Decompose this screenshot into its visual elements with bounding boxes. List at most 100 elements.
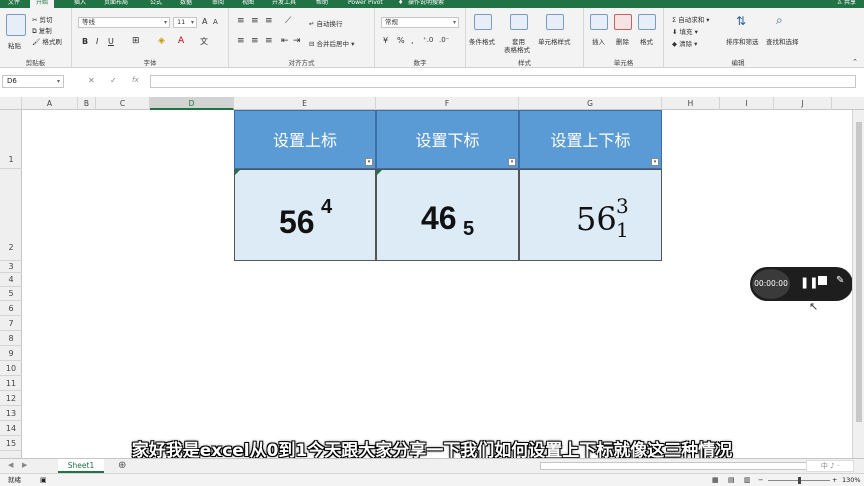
vertical-scrollbar[interactable] — [852, 110, 864, 458]
tab-review[interactable]: 审阅 — [212, 0, 224, 8]
table-cell[interactable]: 46 5 — [376, 169, 519, 261]
confirm-icon[interactable]: ✓ — [110, 76, 117, 85]
filter-dropdown-icon[interactable]: ▾ — [508, 158, 516, 166]
autosum-button[interactable]: Σ 自动求和 ▾ — [672, 14, 710, 24]
orientation-icon[interactable]: ⟋ — [285, 16, 291, 26]
align-left-icon[interactable]: ≡ — [237, 36, 245, 46]
column-header[interactable]: A — [22, 97, 78, 110]
column-header[interactable]: B — [78, 97, 96, 110]
column-header[interactable]: I — [720, 97, 774, 110]
pen-icon[interactable]: ✎ — [836, 275, 844, 286]
add-sheet-icon[interactable]: ⊕ — [118, 460, 126, 471]
table-cell[interactable]: 56 4 — [234, 169, 376, 261]
row-header[interactable]: 5 — [0, 287, 22, 301]
row-header[interactable]: 4 — [0, 273, 22, 287]
table-cell[interactable]: 56 3 1 — [519, 169, 662, 261]
name-box[interactable]: D6 ▾ — [2, 75, 64, 88]
grow-font-icon[interactable]: A — [202, 17, 207, 26]
row-header[interactable]: 7 — [0, 316, 22, 331]
select-all-corner[interactable] — [0, 97, 22, 110]
delete-cells-icon[interactable] — [614, 14, 632, 30]
phonetic-icon[interactable]: 文 — [200, 36, 208, 47]
align-bottom-icon[interactable]: ≡ — [265, 16, 273, 26]
column-header[interactable]: F — [376, 97, 519, 110]
cancel-icon[interactable]: ✕ — [88, 76, 95, 85]
increase-decimal-icon[interactable]: ⁺.0 — [423, 36, 433, 44]
font-name-select[interactable]: 等线 ▾ — [78, 17, 170, 28]
cell-styles-button[interactable]: 单元格样式 — [538, 36, 571, 46]
macro-record-icon[interactable]: ▣ — [40, 474, 47, 486]
zoom-out-button[interactable]: − — [758, 474, 763, 486]
tab-formulas[interactable]: 公式 — [150, 0, 162, 8]
cell-styles-icon[interactable] — [546, 14, 564, 30]
merge-center-button[interactable]: ⊟ 合并后居中 ▾ — [309, 38, 354, 48]
outdent-icon[interactable]: ⇥ — [293, 36, 301, 46]
italic-icon[interactable]: I — [96, 37, 98, 46]
ime-toolbar[interactable]: 中 ♪ · — [806, 460, 854, 472]
row-header[interactable]: 13 — [0, 406, 22, 421]
row-header[interactable]: 8 — [0, 331, 22, 346]
border-icon[interactable]: ⊞ — [132, 36, 140, 46]
row-header[interactable]: 10 — [0, 361, 22, 376]
magnifier-icon[interactable]: ⌕ — [776, 13, 783, 28]
tab-developer[interactable]: 开发工具 — [272, 0, 296, 8]
row-header[interactable]: 2 — [0, 169, 22, 261]
align-center-icon[interactable]: ≡ — [251, 36, 259, 46]
sort-filter-button[interactable]: 排序和筛选 — [726, 36, 759, 46]
normal-view-icon[interactable]: ▦ — [712, 474, 719, 486]
fill-color-icon[interactable]: ◈ — [158, 36, 165, 46]
insert-function-icon[interactable]: fx — [132, 76, 139, 84]
format-cells-button[interactable]: 格式 — [640, 36, 653, 46]
copy-button[interactable]: ⧉ 复制 — [32, 25, 52, 36]
font-size-select[interactable]: 11 ▾ — [173, 17, 197, 28]
clear-button[interactable]: ◆ 清除 ▾ — [672, 38, 697, 48]
scrollbar-thumb[interactable] — [856, 122, 862, 422]
shrink-font-icon[interactable]: A — [213, 18, 218, 26]
fill-button[interactable]: ⬇ 填充 ▾ — [672, 26, 698, 36]
zoom-slider-thumb[interactable] — [798, 477, 801, 484]
column-header[interactable]: C — [96, 97, 150, 110]
sheet-tab-sheet1[interactable]: Sheet1 — [58, 459, 104, 473]
row-header[interactable]: 14 — [0, 421, 22, 436]
table-header-cell[interactable]: 设置上下标 ▾ — [519, 110, 662, 169]
filter-dropdown-icon[interactable]: ▾ — [365, 158, 373, 166]
filter-dropdown-icon[interactable]: ▾ — [651, 158, 659, 166]
column-header[interactable]: H — [662, 97, 720, 110]
align-right-icon[interactable]: ≡ — [265, 36, 273, 46]
align-middle-icon[interactable]: ≡ — [251, 16, 259, 26]
underline-icon[interactable]: U — [108, 37, 114, 46]
percent-icon[interactable]: % — [397, 36, 405, 45]
number-format-select[interactable]: 常规 ▾ — [381, 17, 459, 28]
font-color-icon[interactable]: A — [178, 36, 184, 46]
table-header-cell[interactable]: 设置上标 ▾ — [234, 110, 376, 169]
zoom-level[interactable]: 130% — [842, 474, 861, 486]
row-header[interactable]: 6 — [0, 301, 22, 316]
row-header[interactable]: 3 — [0, 261, 22, 273]
indent-icon[interactable]: ⇤ — [281, 36, 289, 46]
delete-cells-button[interactable]: 删除 — [616, 36, 629, 46]
stop-icon[interactable] — [818, 276, 827, 285]
tab-page-layout[interactable]: 页面布局 — [104, 0, 128, 8]
column-header[interactable]: G — [519, 97, 662, 110]
row-header[interactable]: 1 — [0, 110, 22, 169]
row-header[interactable]: 11 — [0, 376, 22, 391]
tab-file[interactable]: 文件 — [8, 0, 20, 8]
conditional-format-icon[interactable] — [474, 14, 492, 30]
horizontal-scrollbar[interactable] — [540, 462, 810, 470]
share-button[interactable]: ♙ 共享 — [837, 0, 856, 6]
bold-icon[interactable]: B — [82, 37, 88, 46]
next-sheet-icon[interactable]: ▶ — [22, 461, 27, 469]
page-layout-view-icon[interactable]: ▤ — [728, 474, 735, 486]
pause-icon[interactable]: ❚❚ — [800, 276, 818, 289]
table-header-cell[interactable]: 设置下标 ▾ — [376, 110, 519, 169]
paste-icon[interactable] — [6, 14, 26, 36]
tab-insert[interactable]: 插入 — [74, 0, 86, 8]
zoom-in-button[interactable]: + — [832, 474, 837, 486]
prev-sheet-icon[interactable]: ◀ — [8, 461, 13, 469]
decrease-decimal-icon[interactable]: .0⁻ — [439, 36, 449, 44]
paste-button[interactable]: 粘贴 — [8, 40, 21, 50]
tell-me-search[interactable]: 操作说明搜索 — [408, 0, 444, 8]
tab-data[interactable]: 数据 — [180, 0, 192, 8]
format-cells-icon[interactable] — [638, 14, 656, 30]
row-header[interactable]: 9 — [0, 346, 22, 361]
